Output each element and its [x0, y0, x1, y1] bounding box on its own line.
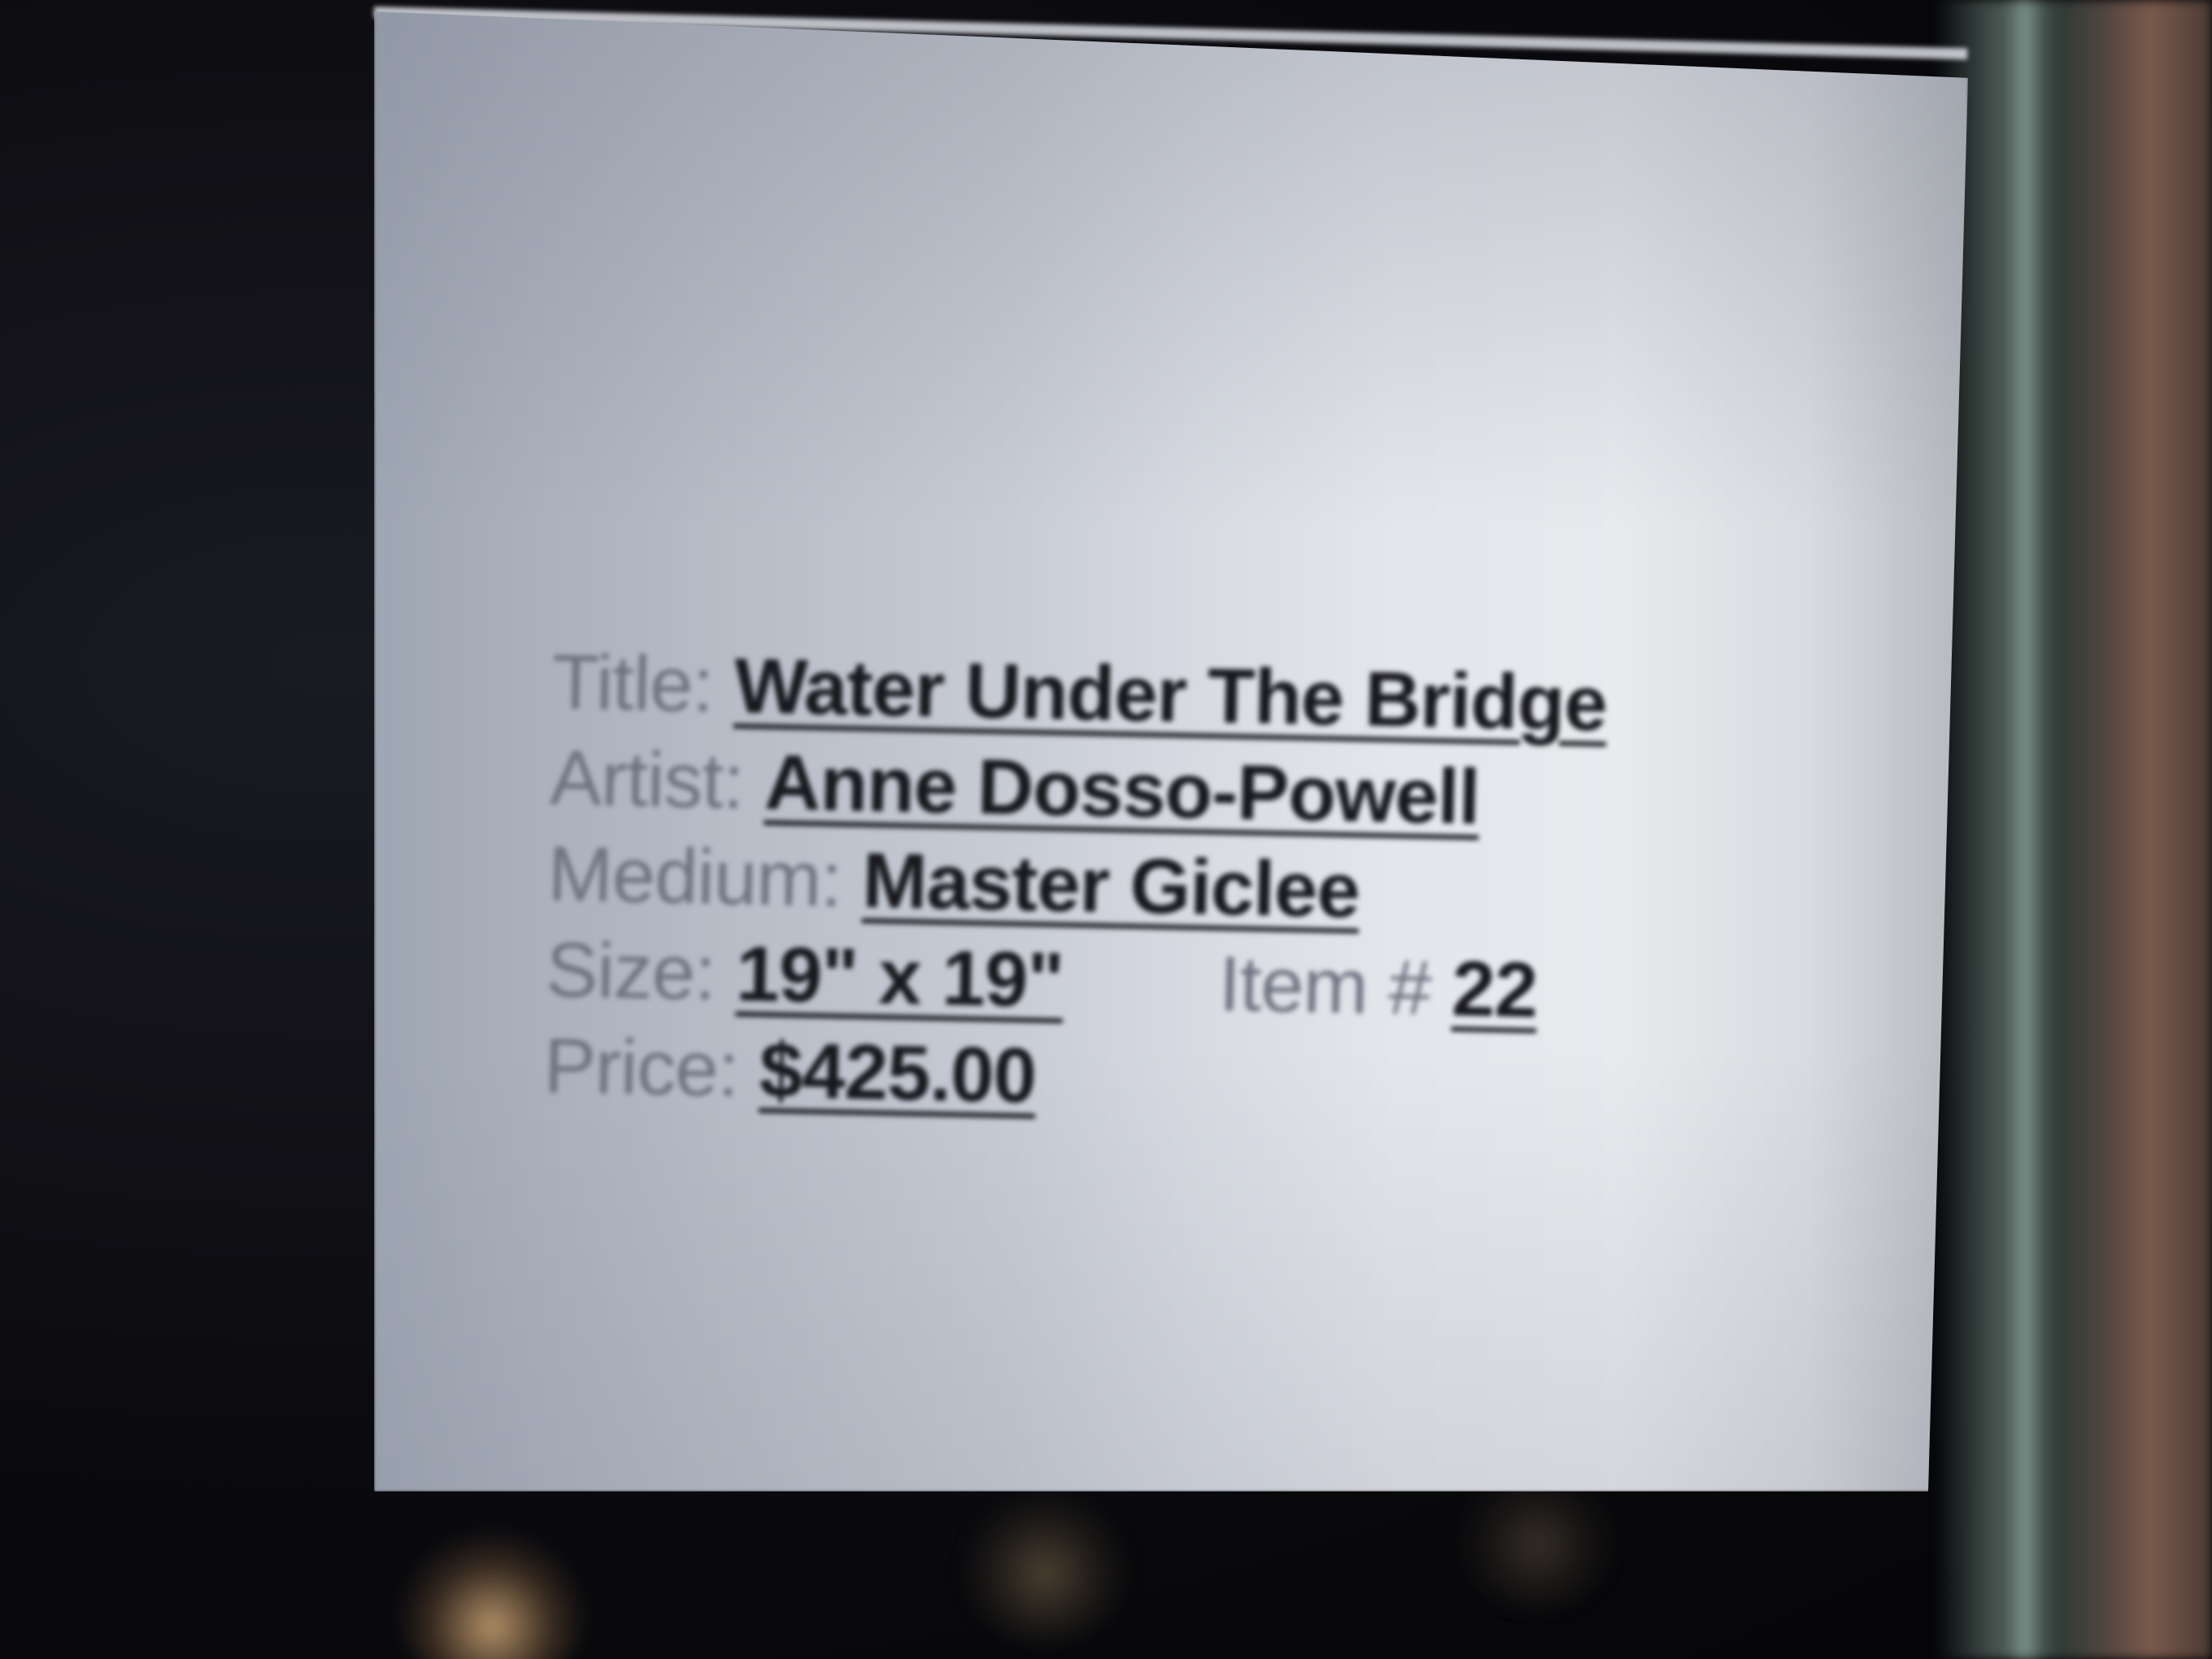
- medium-label: Medium:: [546, 830, 843, 924]
- item-label: Item #: [1217, 940, 1432, 1032]
- item-value: 22: [1451, 945, 1539, 1034]
- size-label: Size:: [545, 925, 716, 1017]
- artist-value: Anne Dosso-Powell: [764, 738, 1481, 841]
- bokeh-light: [398, 1529, 586, 1659]
- frame-edge: [1936, 0, 2212, 1659]
- frame-highlight: [2009, 0, 2041, 1659]
- title-value: Water Under The Bridge: [733, 642, 1608, 748]
- photo-scene: Title: Water Under The Bridge Artist: An…: [0, 0, 2212, 1659]
- medium-value: Master Giclee: [861, 837, 1361, 934]
- artist-label: Artist:: [549, 734, 745, 825]
- bokeh-light: [960, 1488, 1130, 1643]
- title-label: Title:: [551, 638, 715, 729]
- label-details: Title: Water Under The Bridge Artist: An…: [543, 634, 1870, 1142]
- size-value: 19" x 19": [735, 930, 1065, 1025]
- row-spacer: [1084, 1008, 1198, 1010]
- price-value: $425.00: [758, 1026, 1037, 1120]
- price-label: Price:: [542, 1021, 740, 1113]
